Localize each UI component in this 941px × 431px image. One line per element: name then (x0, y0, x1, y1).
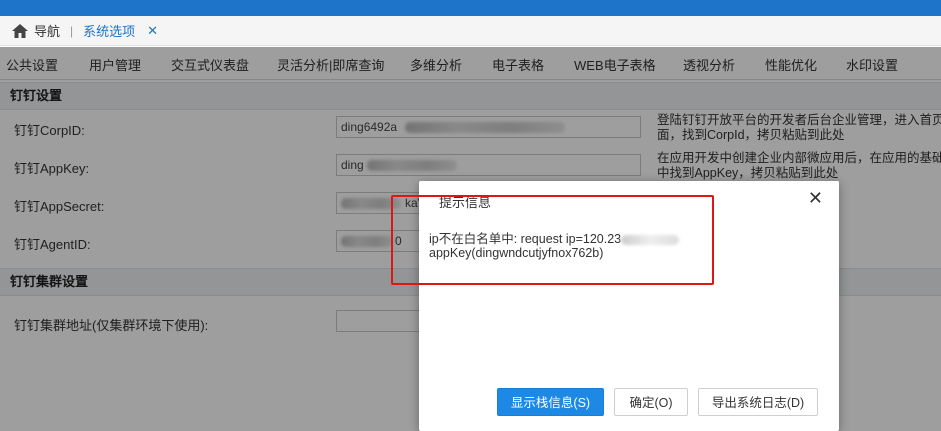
show-stack-button[interactable]: 显示栈信息(S) (497, 388, 604, 416)
top-banner (0, 0, 941, 16)
export-log-button[interactable]: 导出系统日志(D) (698, 388, 818, 416)
nav-bar: 导航 | 系统选项 ✕ (0, 16, 941, 46)
dialog-close-icon[interactable]: ✕ (808, 189, 823, 207)
annotation-highlight-box (391, 195, 714, 285)
nav-tab-close-icon[interactable]: ✕ (147, 23, 158, 39)
ok-button[interactable]: 确定(O) (614, 388, 688, 416)
home-icon[interactable] (12, 23, 28, 38)
nav-tab-system-options[interactable]: 系统选项 (83, 21, 135, 40)
nav-separator: | (70, 23, 74, 38)
nav-home-label[interactable]: 导航 (34, 21, 60, 40)
